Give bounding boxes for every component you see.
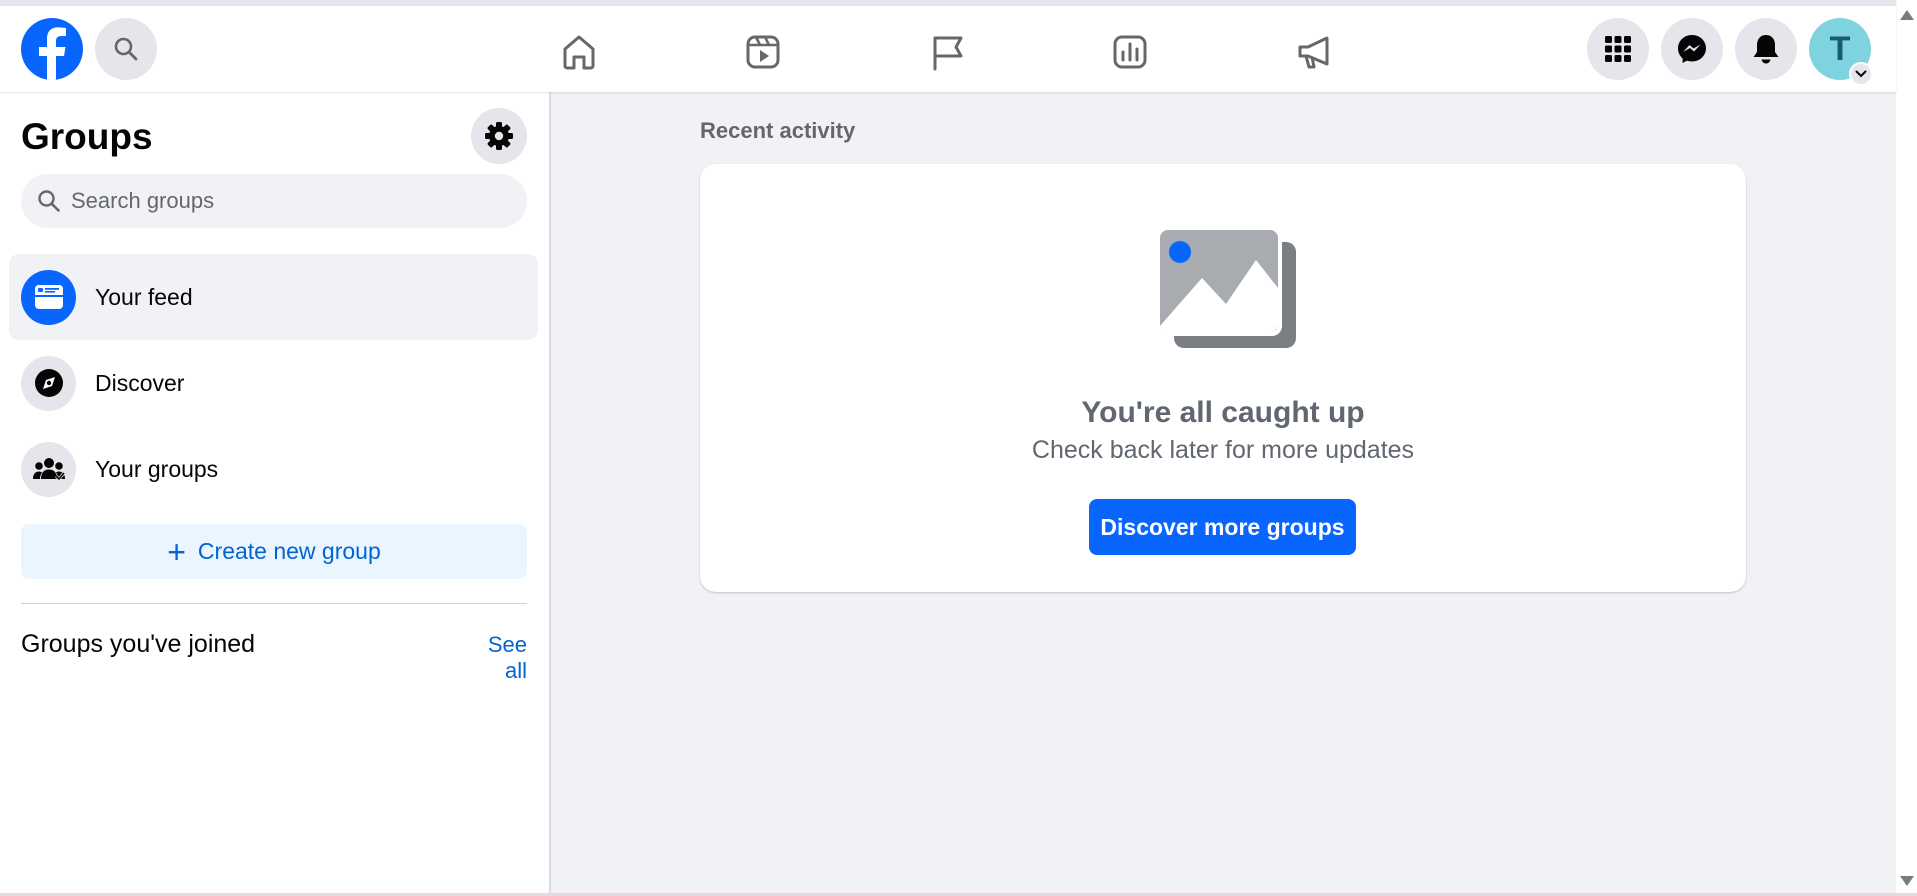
grid-menu-icon — [1605, 36, 1631, 62]
gear-icon — [485, 122, 513, 150]
page-scrollbar[interactable] — [1896, 0, 1917, 896]
empty-state-subtitle: Check back later for more updates — [1031, 436, 1415, 464]
home-icon — [563, 35, 595, 70]
avatar-initial: T — [1829, 29, 1851, 68]
see-all-link[interactable]: See all — [460, 632, 527, 684]
flag-icon — [933, 36, 963, 71]
messenger-icon — [1678, 35, 1706, 63]
messenger-button[interactable] — [1661, 18, 1723, 80]
feed-icon — [21, 269, 76, 325]
plus-icon: + — [167, 533, 186, 570]
recent-activity-heading: Recent activity — [700, 118, 856, 143]
top-navigation-bar: T — [0, 0, 1896, 92]
sidebar-divider — [21, 603, 527, 604]
megaphone-icon — [1298, 36, 1329, 69]
empty-state-title: You're all caught up — [1081, 396, 1365, 429]
menu-button[interactable] — [1587, 18, 1649, 80]
facebook-logo-icon[interactable] — [21, 18, 83, 80]
search-icon — [114, 37, 138, 61]
sidebar-item-discover[interactable]: Discover — [9, 340, 538, 426]
photo-placeholder-icon — [1156, 226, 1296, 348]
pages-tab[interactable] — [919, 24, 975, 80]
sidebar-item-label: Your groups — [95, 455, 219, 482]
empty-state-card: You're all caught up Check back later fo… — [700, 164, 1746, 592]
sidebar-item-label: Your feed — [95, 283, 193, 310]
search-groups-box[interactable] — [21, 174, 527, 228]
groups-sidebar: Groups Search groups Your feed Discover … — [0, 92, 551, 896]
search-groups-input[interactable] — [71, 188, 511, 214]
bell-icon — [1753, 35, 1779, 64]
groups-joined-heading: Groups you've joined — [21, 630, 256, 658]
chart-icon — [1113, 35, 1147, 69]
video-tab[interactable] — [735, 24, 791, 80]
chevron-down-icon — [1855, 70, 1867, 78]
search-icon — [38, 190, 60, 212]
video-icon — [746, 35, 780, 69]
create-new-group-label: Create new group — [197, 538, 381, 564]
sidebar-item-label: Discover — [95, 369, 185, 396]
discover-more-groups-button[interactable]: Discover more groups — [1089, 499, 1356, 555]
account-menu-chevron[interactable] — [1849, 62, 1873, 86]
sidebar-item-your-groups[interactable]: Your groups — [9, 426, 538, 512]
home-tab[interactable] — [551, 24, 607, 80]
page-title: Groups — [21, 116, 153, 157]
create-new-group-button[interactable]: + Create new group — [21, 524, 527, 579]
sidebar-item-your-feed[interactable]: Your feed — [9, 254, 538, 340]
ads-tab[interactable] — [1286, 24, 1342, 80]
compass-icon — [21, 355, 76, 411]
insights-tab[interactable] — [1102, 24, 1158, 80]
groups-icon — [21, 441, 76, 497]
search-button[interactable] — [95, 18, 157, 80]
settings-button[interactable] — [471, 108, 527, 164]
scroll-up-arrow-icon[interactable] — [1900, 10, 1914, 20]
scroll-down-arrow-icon[interactable] — [1900, 876, 1914, 886]
notifications-button[interactable] — [1735, 18, 1797, 80]
